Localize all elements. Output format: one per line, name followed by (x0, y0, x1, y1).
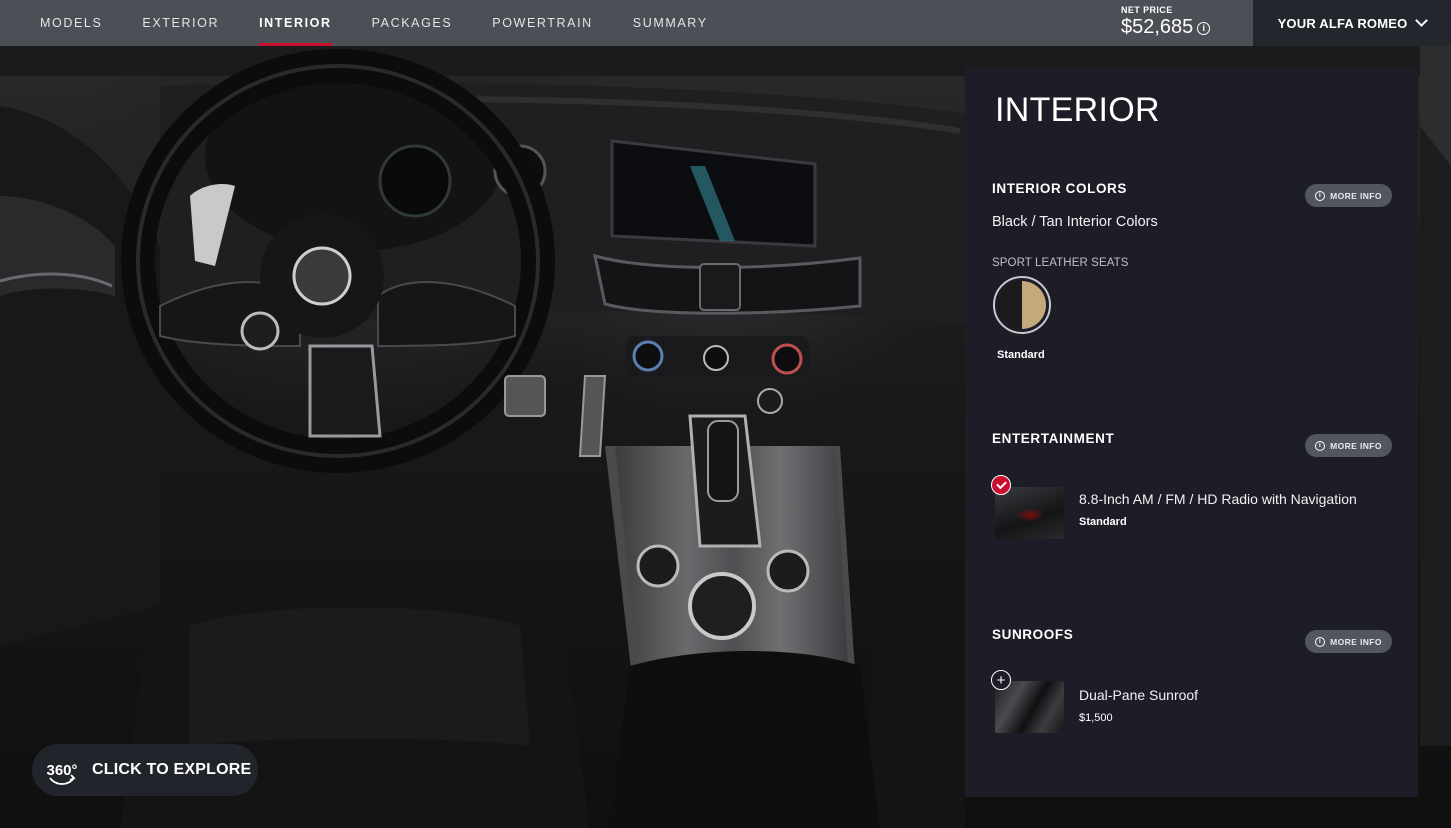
swatch-fill (998, 281, 1046, 329)
net-price-value: $52,685 (1121, 16, 1194, 38)
radio-navigation-name: 8.8-Inch AM / FM / HD Radio with Navigat… (1079, 491, 1357, 507)
dual-pane-sunroof-price: $1,500 (1079, 712, 1113, 724)
sunroofs-title: SUNROOFS (992, 627, 1074, 642)
radio-navigation-status: Standard (1079, 516, 1127, 528)
your-alfa-romeo-menu[interactable]: YOUR ALFA ROMEO (1253, 0, 1451, 46)
swatch-caption: Standard (997, 349, 1045, 361)
price-info-icon[interactable]: i (1197, 21, 1211, 35)
info-circle-icon: i (1315, 636, 1326, 647)
rotate-360-icon: 360° (42, 750, 82, 790)
nav-tab-powertrain[interactable]: POWERTRAIN (472, 0, 613, 46)
net-price: NET PRICE $52,685 i (1121, 0, 1241, 46)
more-info-label: MORE INFO (1330, 190, 1382, 201)
more-info-label: MORE INFO (1330, 636, 1382, 647)
info-circle-icon: i (1315, 190, 1326, 201)
entertainment-title: ENTERTAINMENT (992, 431, 1115, 446)
panel-title: INTERIOR (995, 91, 1160, 129)
rotate-360-label: 360° (46, 761, 78, 779)
nav-tab-exterior[interactable]: EXTERIOR (122, 0, 239, 46)
top-navigation-bar: MODELS EXTERIOR INTERIOR PACKAGES POWERT… (0, 0, 1451, 46)
step-navigation: MODELS EXTERIOR INTERIOR PACKAGES POWERT… (0, 0, 1121, 46)
black-tan-color-swatch[interactable] (993, 276, 1051, 334)
more-info-label: MORE INFO (1330, 440, 1382, 451)
radio-navigation-thumbnail[interactable] (995, 487, 1064, 539)
click-to-explore-label: CLICK TO EXPLORE (92, 761, 252, 778)
interior-colors-more-info-button[interactable]: i MORE INFO (1305, 184, 1392, 207)
nav-tab-packages[interactable]: PACKAGES (352, 0, 473, 46)
add-plus-icon[interactable]: + (991, 670, 1011, 690)
nav-tab-interior[interactable]: INTERIOR (239, 0, 352, 46)
selected-check-icon[interactable] (991, 475, 1011, 495)
net-price-label: NET PRICE (1121, 5, 1173, 15)
sunroofs-more-info-button[interactable]: i MORE INFO (1305, 630, 1392, 653)
nav-tab-summary[interactable]: SUMMARY (613, 0, 728, 46)
interior-colors-title: INTERIOR COLORS (992, 181, 1128, 196)
click-to-explore-button[interactable]: 360° CLICK TO EXPLORE (32, 744, 258, 796)
sport-leather-seats-label: SPORT LEATHER SEATS (992, 257, 1129, 269)
info-circle-icon: i (1315, 440, 1326, 451)
interior-options-panel: INTERIOR INTERIOR COLORS i MORE INFO Bla… (965, 67, 1418, 797)
account-label: YOUR ALFA ROMEO (1277, 15, 1408, 31)
selected-interior-color: Black / Tan Interior Colors (992, 214, 1158, 230)
chevron-down-icon (1415, 14, 1429, 27)
nav-tab-models[interactable]: MODELS (20, 0, 122, 46)
dual-pane-sunroof-name: Dual-Pane Sunroof (1079, 687, 1199, 703)
net-price-row: $52,685 i (1121, 15, 1241, 39)
entertainment-more-info-button[interactable]: i MORE INFO (1305, 434, 1392, 457)
